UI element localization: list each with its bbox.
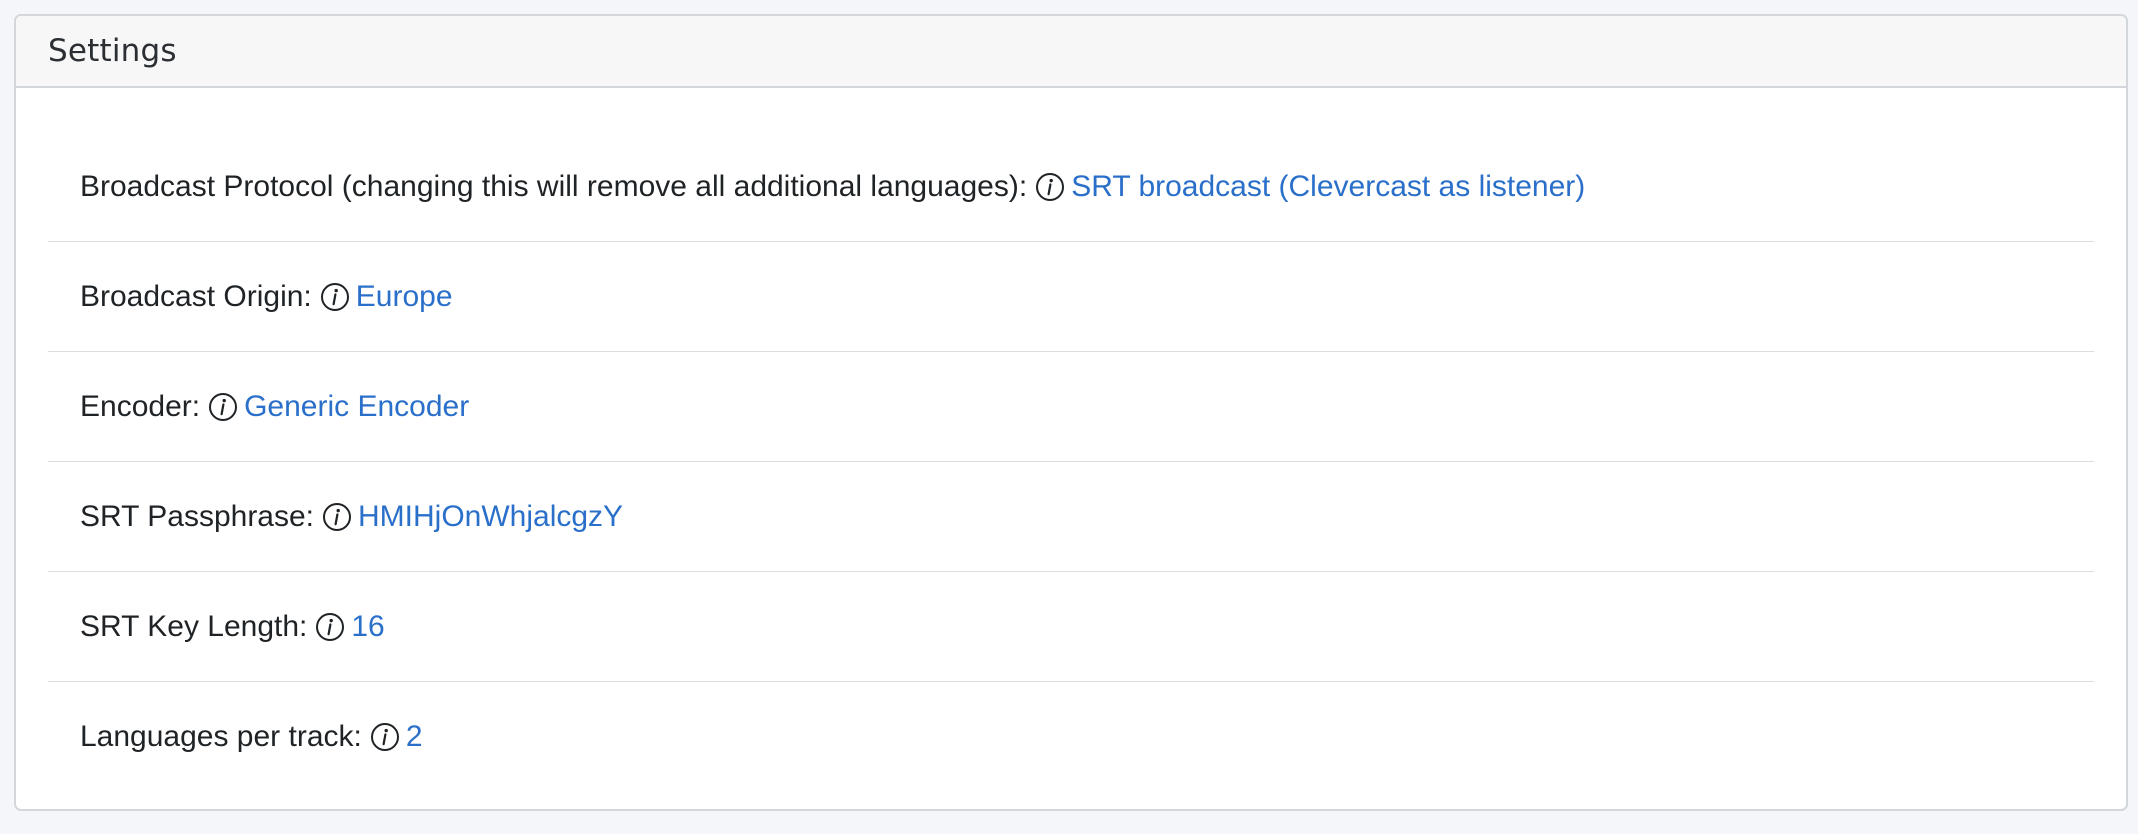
info-circle-icon[interactable]: [208, 392, 238, 422]
broadcast-protocol-value-link[interactable]: SRT broadcast (Clevercast as listener): [1071, 170, 1585, 204]
info-circle-icon[interactable]: [1035, 172, 1065, 202]
setting-label: Encoder:: [80, 389, 201, 423]
srt-passphrase-value-link[interactable]: HMIHjOnWhjalcgzY: [358, 500, 623, 534]
setting-row-srt-passphrase: SRT Passphrase: HMIHjOnWhjalcgzY: [48, 462, 2094, 572]
panel-header: Settings: [16, 16, 2126, 88]
info-circle-icon[interactable]: [315, 612, 345, 642]
setting-row-broadcast-protocol: Broadcast Protocol (changing this will r…: [48, 132, 2094, 242]
setting-label: Broadcast Protocol (changing this will r…: [80, 169, 1028, 203]
setting-row-languages-per-track: Languages per track: 2: [48, 682, 2094, 792]
setting-row-broadcast-origin: Broadcast Origin: Europe: [48, 242, 2094, 352]
info-circle-icon[interactable]: [370, 722, 400, 752]
broadcast-origin-value-link[interactable]: Europe: [356, 280, 453, 314]
setting-label: Languages per track:: [80, 720, 362, 753]
settings-list: Broadcast Protocol (changing this will r…: [48, 88, 2094, 792]
languages-per-track-value-link[interactable]: 2: [406, 720, 423, 754]
setting-label: SRT Key Length:: [80, 609, 308, 643]
info-circle-icon[interactable]: [322, 502, 352, 532]
srt-key-length-value-link[interactable]: 16: [351, 610, 384, 644]
info-circle-icon[interactable]: [320, 282, 350, 312]
setting-row-srt-key-length: SRT Key Length: 16: [48, 572, 2094, 682]
settings-panel: Settings Broadcast Protocol (changing th…: [14, 14, 2128, 811]
setting-row-encoder: Encoder: Generic Encoder: [48, 352, 2094, 462]
setting-label: SRT Passphrase:: [80, 499, 315, 533]
encoder-value-link[interactable]: Generic Encoder: [244, 390, 469, 424]
panel-title: Settings: [48, 33, 177, 69]
setting-label: Broadcast Origin:: [80, 279, 312, 313]
